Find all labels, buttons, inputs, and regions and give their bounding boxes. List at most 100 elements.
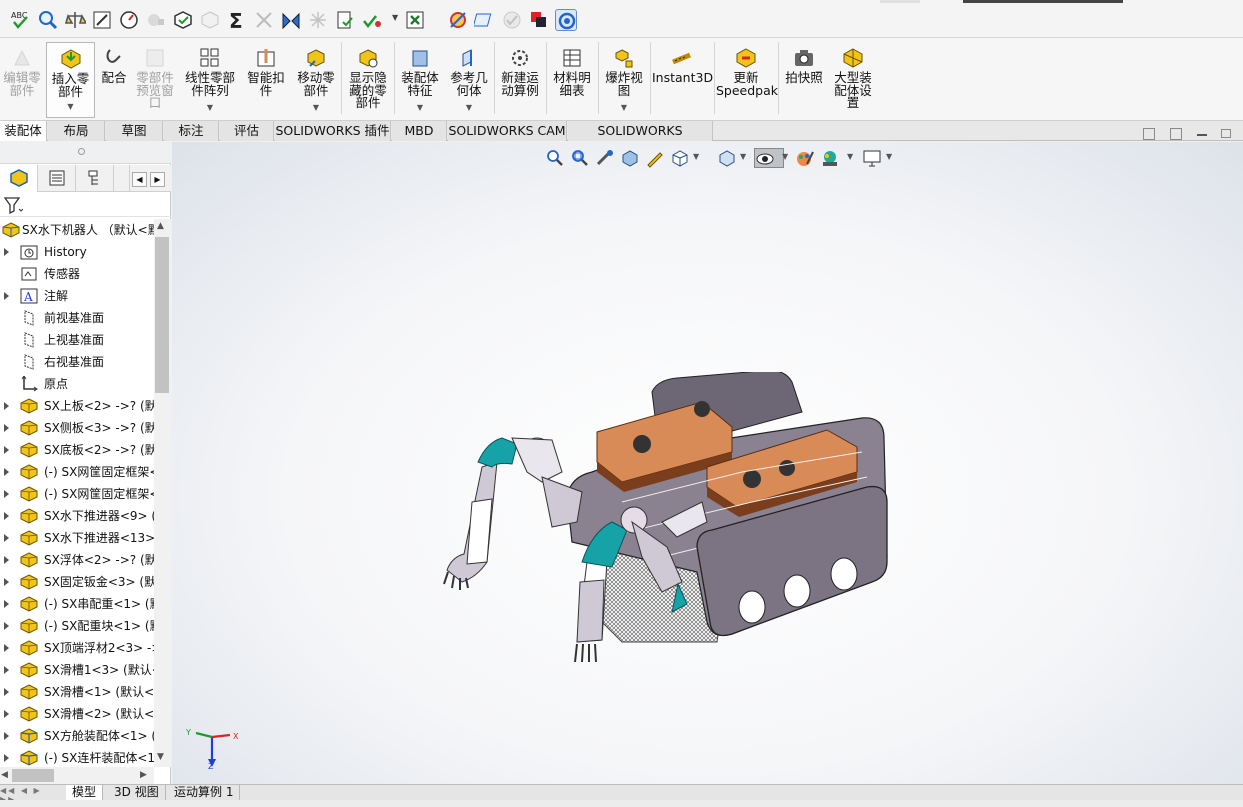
chevron-down-icon[interactable]: ▼ bbox=[600, 102, 648, 115]
tab-mbd[interactable]: MBD bbox=[392, 121, 447, 141]
tree-item[interactable]: (-) SX网筐固定框架< bbox=[0, 483, 154, 505]
tab-evaluate[interactable]: 评估 bbox=[220, 121, 274, 141]
hide-show-items-icon[interactable] bbox=[754, 148, 784, 168]
spelling-check-icon[interactable]: ABC bbox=[10, 9, 32, 31]
record-icon[interactable] bbox=[528, 9, 550, 31]
more-tabs[interactable] bbox=[114, 165, 130, 192]
measure-icon[interactable] bbox=[91, 9, 113, 31]
chevron-right-icon[interactable]: ▶ bbox=[150, 172, 165, 187]
chevron-left-icon[interactable]: ◀ bbox=[132, 172, 147, 187]
expand-arrow-icon[interactable] bbox=[4, 446, 9, 454]
tree-item[interactable]: 上视基准面 bbox=[0, 329, 154, 351]
tree-item[interactable]: SX固定钣金<3> (默 bbox=[0, 571, 154, 593]
chevron-down-icon[interactable]: ▼ bbox=[293, 102, 339, 115]
expand-arrow-icon[interactable] bbox=[4, 710, 9, 718]
tree-vertical-scrollbar[interactable]: ▲ ▼ bbox=[154, 219, 171, 767]
zoom-to-area-icon[interactable] bbox=[570, 148, 590, 168]
section-view-icon[interactable] bbox=[620, 148, 640, 168]
graphics-area[interactable]: ▼ ▼ ▼ ▼ ▼ X Y Z bbox=[172, 142, 1243, 784]
chevron-up-icon[interactable]: ▲ bbox=[157, 221, 164, 231]
expand-arrow-icon[interactable] bbox=[4, 622, 9, 630]
symmetry-icon[interactable] bbox=[280, 9, 302, 31]
tab-scroll-arrows[interactable]: ◀◀ ◀ ▶ ▶▶ bbox=[0, 786, 60, 804]
chevron-left-icon[interactable] bbox=[1143, 128, 1155, 140]
tree-item[interactable]: SX滑槽1<3> (默认< bbox=[0, 659, 154, 681]
view-settings-icon[interactable] bbox=[862, 148, 882, 168]
move-component-button[interactable]: 移动零 部件 ▼ bbox=[293, 42, 339, 118]
feature-tree-tab[interactable] bbox=[0, 165, 38, 192]
update-speedpak-button[interactable]: 更新 Speedpak bbox=[716, 42, 778, 118]
toolbox-icon[interactable] bbox=[555, 9, 577, 31]
chevron-down-icon[interactable]: ▼ bbox=[740, 152, 746, 161]
tree-item[interactable]: SX滑槽<1> (默认<- bbox=[0, 681, 154, 703]
part-check-icon[interactable] bbox=[172, 9, 194, 31]
expand-arrow-icon[interactable] bbox=[4, 468, 9, 476]
check-icon[interactable] bbox=[145, 9, 167, 31]
restore-icon[interactable] bbox=[1221, 129, 1231, 138]
tab-solidworks-addins[interactable]: SOLIDWORKS 插件 bbox=[275, 121, 391, 141]
new-motion-study-button[interactable]: 新建运 动算例 bbox=[496, 42, 544, 118]
tree-item[interactable]: SX水下推进器<9> ( bbox=[0, 505, 154, 527]
tree-item[interactable]: SX侧板<3> ->? (默 bbox=[0, 417, 154, 439]
expand-arrow-icon[interactable] bbox=[4, 556, 9, 564]
interference-icon[interactable] bbox=[253, 9, 275, 31]
pattern-icon[interactable] bbox=[307, 9, 329, 31]
edit-appearance-icon[interactable] bbox=[795, 148, 815, 168]
chevron-down-icon[interactable]: ▼ bbox=[392, 13, 398, 22]
view-orientation-icon[interactable] bbox=[670, 148, 690, 168]
chevron-down-icon[interactable]: ▼ bbox=[782, 152, 788, 161]
linear-pattern-button[interactable]: 线性零部 件阵列 ▼ bbox=[180, 42, 240, 118]
expand-arrow-icon[interactable] bbox=[4, 666, 9, 674]
tree-item[interactable]: History bbox=[0, 241, 154, 263]
tree-horizontal-scrollbar[interactable]: ◀ ▶ bbox=[0, 767, 154, 784]
chevron-down-icon[interactable]: ▼ bbox=[446, 102, 492, 115]
expand-arrow-icon[interactable] bbox=[4, 490, 9, 498]
panel-grip[interactable] bbox=[0, 142, 171, 164]
tree-item[interactable]: SX上板<2> ->? (默 bbox=[0, 395, 154, 417]
bill-of-materials-button[interactable]: 材料明 细表 bbox=[548, 42, 596, 118]
tab-solidworks-inspection[interactable]: SOLIDWORKS Inspection bbox=[568, 121, 713, 157]
instant3d-button[interactable]: Instant3D bbox=[652, 42, 713, 118]
expand-arrow-icon[interactable] bbox=[4, 644, 9, 652]
compare-icon[interactable] bbox=[199, 9, 221, 31]
tree-item[interactable]: 前视基准面 bbox=[0, 307, 154, 329]
component-preview-button[interactable]: 零部件 预览窗 口 bbox=[133, 42, 177, 118]
chevron-right-icon[interactable]: ▶ bbox=[140, 770, 147, 780]
validation-icon[interactable] bbox=[361, 9, 383, 31]
tree-item[interactable]: SX底板<2> ->? (默 bbox=[0, 439, 154, 461]
expand-arrow-icon[interactable] bbox=[4, 512, 9, 520]
tree-item[interactable]: SX水下推进器<13> bbox=[0, 527, 154, 549]
display-style-icon[interactable] bbox=[717, 148, 737, 168]
apply-scene-icon[interactable] bbox=[820, 148, 840, 168]
expand-arrow-icon[interactable] bbox=[4, 754, 9, 762]
edit-component-button[interactable]: 编辑零 部件 bbox=[0, 42, 44, 118]
scroll-thumb[interactable] bbox=[12, 769, 54, 782]
tree-filter[interactable] bbox=[0, 193, 171, 217]
tab-sketch[interactable]: 草图 bbox=[106, 121, 163, 141]
tree-item[interactable]: 右视基准面 bbox=[0, 351, 154, 373]
tree-item[interactable]: (-) SX网筐固定框架< bbox=[0, 461, 154, 483]
tree-item[interactable]: SX滑槽<2> (默认<- bbox=[0, 703, 154, 725]
tab-model[interactable]: 模型 bbox=[66, 785, 104, 801]
performance-icon[interactable] bbox=[118, 9, 140, 31]
tab-annotation[interactable]: 标注 bbox=[164, 121, 219, 141]
expand-arrow-icon[interactable] bbox=[4, 292, 9, 300]
mass-properties-icon[interactable] bbox=[64, 9, 88, 31]
chevron-down-icon[interactable]: ▼ bbox=[47, 101, 94, 114]
previous-view-icon[interactable] bbox=[595, 148, 615, 168]
tab-layout[interactable]: 布局 bbox=[48, 121, 105, 141]
sum-icon[interactable]: Σ bbox=[226, 9, 248, 33]
configuration-manager-tab[interactable] bbox=[76, 165, 114, 192]
chevron-down-icon[interactable]: ▼ bbox=[886, 152, 892, 161]
minimize-icon[interactable] bbox=[1197, 134, 1207, 136]
expand-arrow-icon[interactable] bbox=[4, 688, 9, 696]
expand-arrow-icon[interactable] bbox=[4, 600, 9, 608]
expand-arrow-icon[interactable] bbox=[4, 402, 9, 410]
chevron-down-icon[interactable]: ▼ bbox=[396, 102, 444, 115]
large-assembly-button[interactable]: 大型装 配体设 置 bbox=[830, 42, 876, 118]
tree-item[interactable]: 传感器 bbox=[0, 263, 154, 285]
dynamic-annotation-icon[interactable] bbox=[645, 148, 665, 168]
snapshot-button[interactable]: 拍快照 bbox=[780, 42, 828, 118]
tree-root[interactable]: SX水下机器人 （默认<默 bbox=[0, 219, 154, 241]
tab-assembly[interactable]: 装配体 bbox=[0, 121, 47, 141]
